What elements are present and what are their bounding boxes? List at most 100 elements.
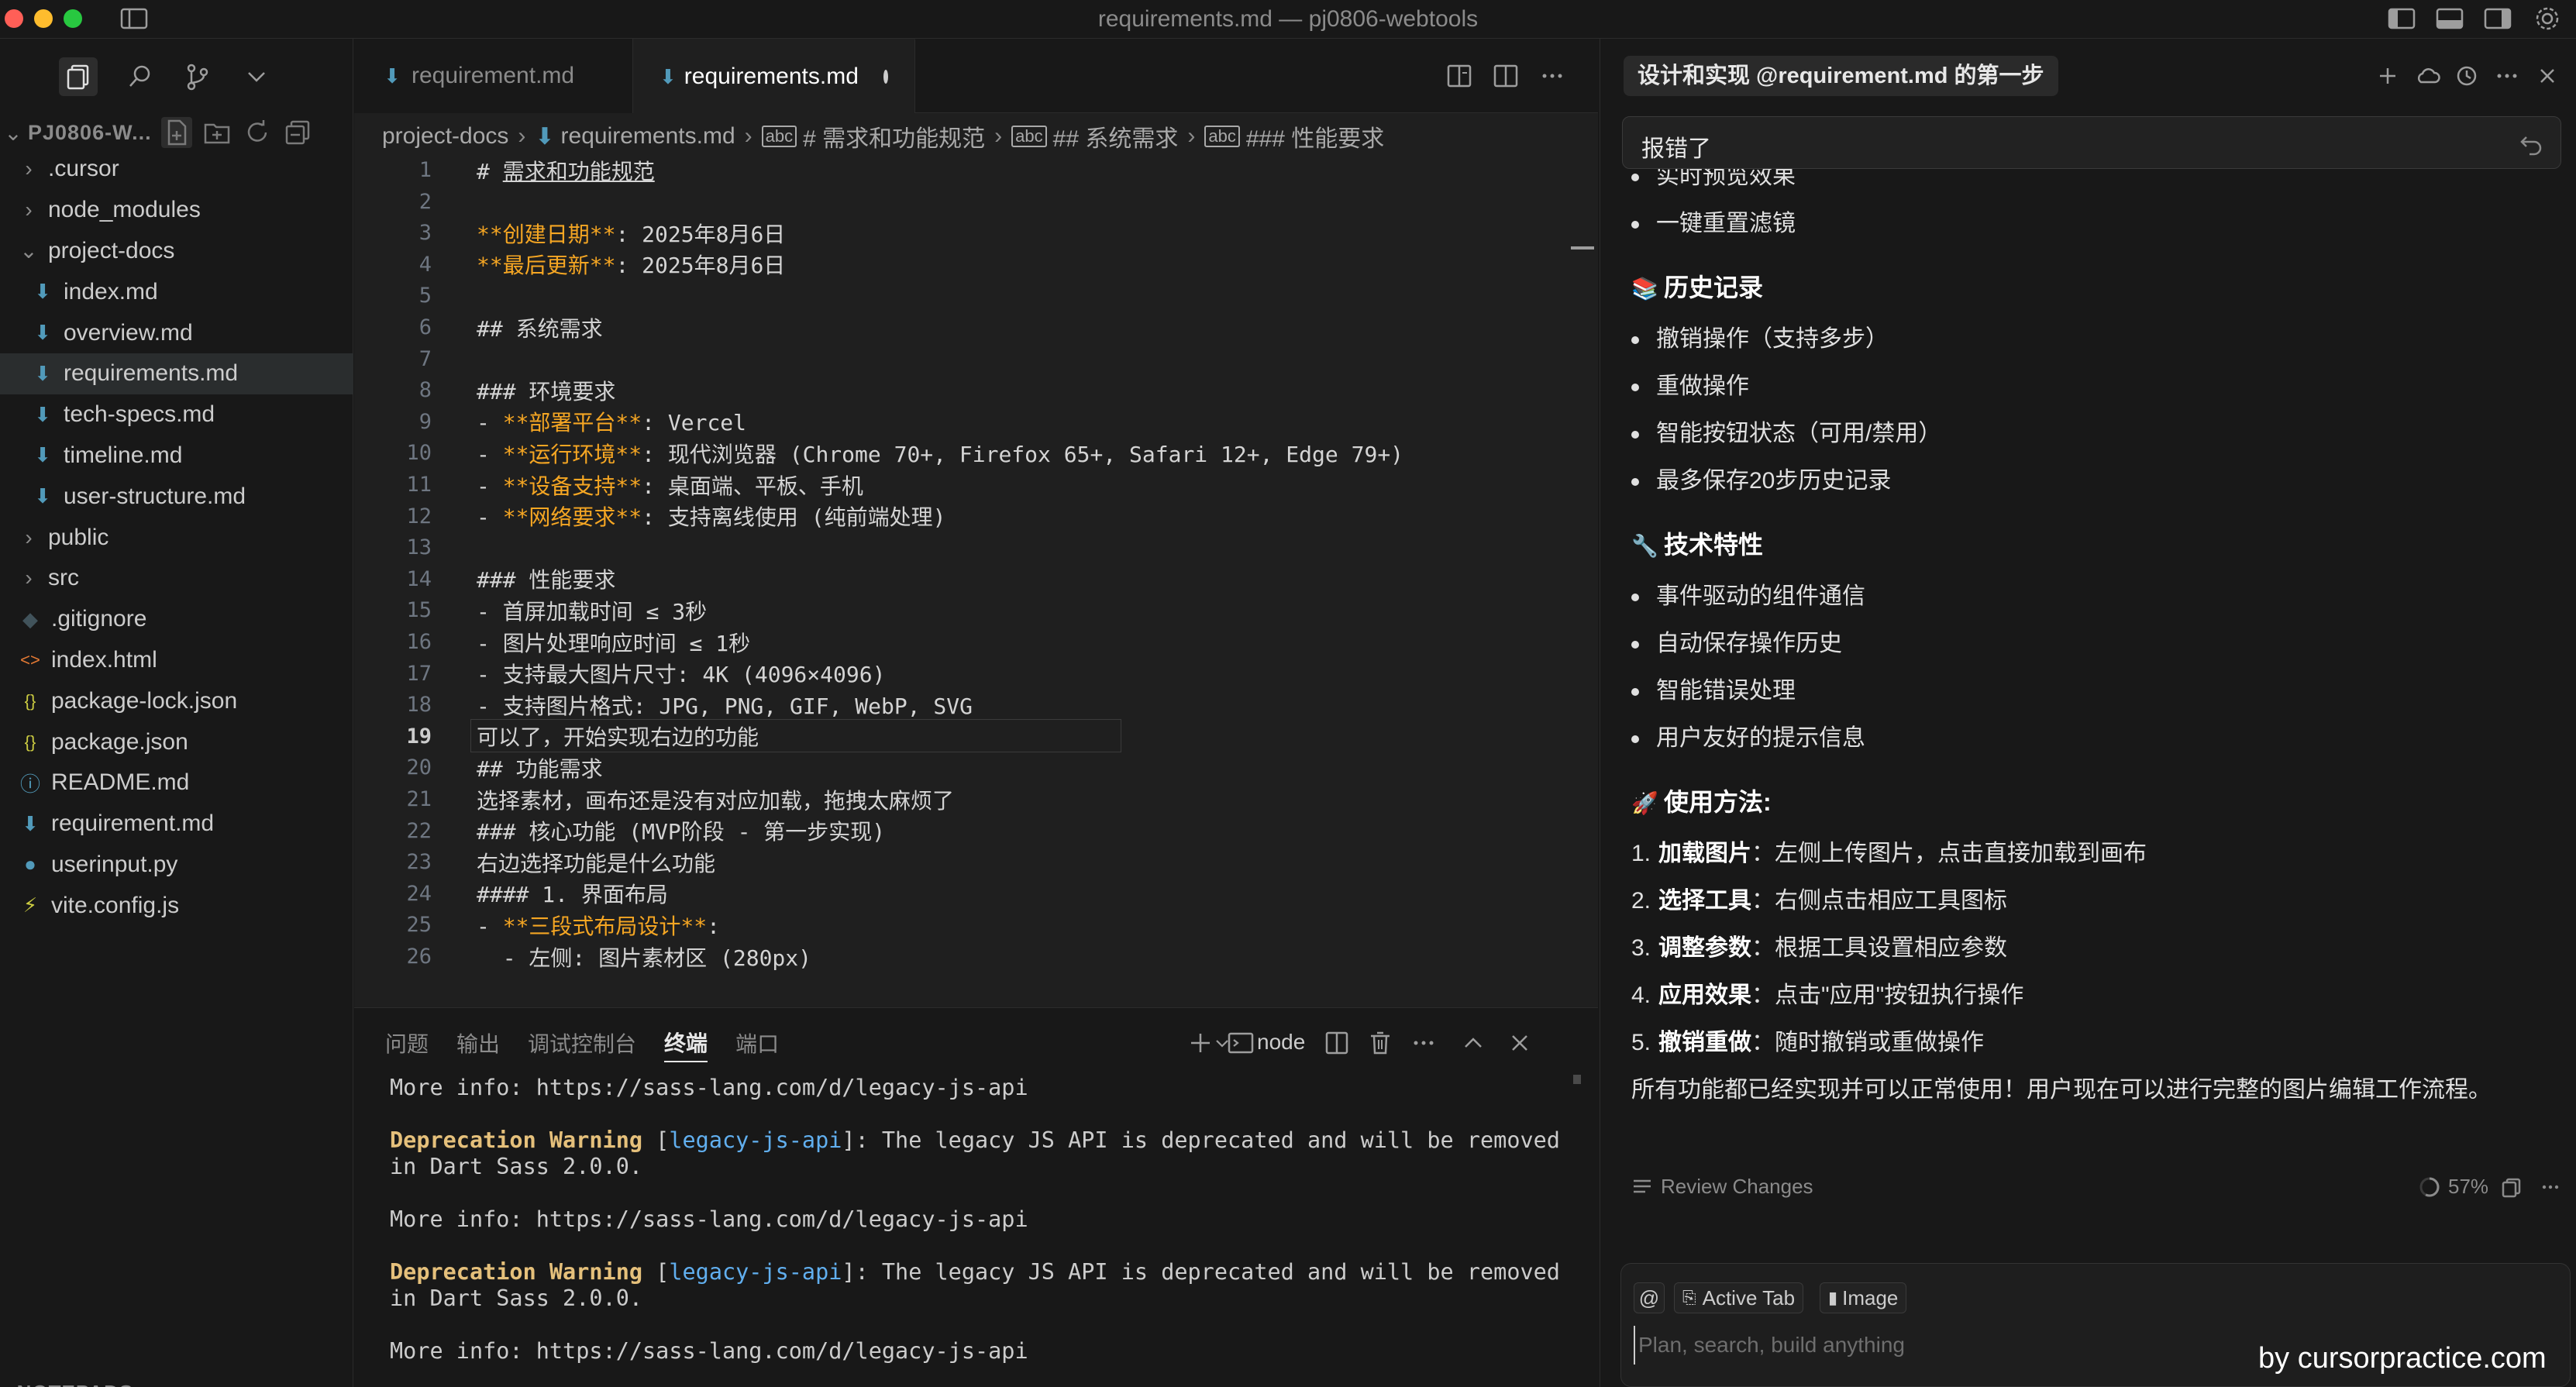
active-tab-label: Active Tab <box>1702 1285 1796 1310</box>
user-message-bubble[interactable]: 报错了 <box>1622 116 2561 169</box>
code-line: 24 #### 1. 界面布局 <box>354 877 667 910</box>
line-number: 11 <box>406 473 432 497</box>
tree-file[interactable]: {} package.json <box>0 721 353 762</box>
tree-file[interactable]: ⬇ overview.md <box>0 312 353 353</box>
tree-file[interactable]: ⬇ timeline.md <box>0 435 353 477</box>
maximize-panel-chevron-up-icon[interactable] <box>1458 1027 1489 1058</box>
terminal-line: in Dart Sass 2.0.0. <box>390 1154 1583 1180</box>
tree-file[interactable]: ⬇ requirement.md <box>0 804 353 845</box>
new-folder-icon[interactable] <box>201 117 232 148</box>
tree-file[interactable]: ⬇ tech-specs.md <box>0 394 353 435</box>
breadcrumb-symbol-1[interactable]: # 需求和功能规范 <box>803 119 985 153</box>
new-file-icon[interactable] <box>160 117 192 148</box>
toggle-primary-sidebar-icon[interactable] <box>2387 5 2416 33</box>
code-text: - 左侧: 图片素材区 (280px) <box>477 941 811 972</box>
tab-label: requirements.md <box>684 64 859 89</box>
code-text: - 图片处理响应时间 ≤ 1秒 <box>477 627 750 658</box>
code-text: ### 环境要求 <box>477 375 615 406</box>
new-chat-plus-icon[interactable] <box>2372 60 2403 91</box>
breadcrumb-symbol-3[interactable]: ### 性能要求 <box>1246 119 1384 153</box>
tree-file[interactable]: ⬇ index.md <box>0 271 353 312</box>
chat-title-tab[interactable]: 设计和实现 @requirement.md 的第一步 <box>1624 56 2058 96</box>
panel-tab[interactable]: 输出 <box>456 1024 500 1062</box>
terminal-link[interactable]: legacy-js-api <box>669 1259 842 1285</box>
terminal-output[interactable]: More info: https://sass-lang.com/d/legac… <box>390 1075 1583 1365</box>
tree-folder[interactable]: › .cursor <box>0 149 353 190</box>
tree-file[interactable]: ⬇ requirements.md <box>0 353 353 394</box>
toggle-panel-icon[interactable] <box>2435 5 2464 33</box>
settings-gear-icon[interactable] <box>2533 5 2562 33</box>
chevron-down-icon[interactable] <box>237 57 276 96</box>
code-editor[interactable]: 1 # 需求和功能规范 2 3 **创建日期**: 2025年8月6日 4 **最后更新**… <box>354 153 1598 1045</box>
chevron-down-icon[interactable] <box>1207 1027 1228 1058</box>
numbered-num: 5. <box>1631 1030 1651 1055</box>
line-number: 25 <box>406 913 432 938</box>
active-tab-chip[interactable]: ⎘ Active Tab <box>1674 1282 1804 1313</box>
image-chip[interactable]: ▮ Image <box>1820 1282 1907 1313</box>
panel-tab[interactable]: 调试控制台 <box>528 1024 636 1062</box>
line-number: 21 <box>406 787 432 811</box>
tree-file[interactable]: ◆ .gitignore <box>0 599 353 640</box>
bullet-text: 实时预览效果 <box>1656 169 1796 189</box>
source-control-icon[interactable] <box>178 57 217 96</box>
tree-file[interactable]: ⬇ user-structure.md <box>0 476 353 517</box>
tree-folder[interactable]: › public <box>0 517 353 558</box>
code-text: - **部署平台**: Vercel <box>477 406 746 437</box>
breadcrumb-folder[interactable]: project-docs <box>382 123 508 150</box>
trash-icon[interactable] <box>1365 1027 1396 1058</box>
refresh-icon[interactable] <box>242 117 273 148</box>
code-token: # <box>477 158 503 184</box>
tab-label: requirement.md <box>412 63 575 88</box>
terminal-scrollbar[interactable] <box>1573 1075 1581 1084</box>
more-actions-icon[interactable] <box>1408 1027 1439 1058</box>
tree-folder[interactable]: › node_modules <box>0 190 353 231</box>
terminal-line: More info: https://sass-lang.com/d/legac… <box>390 1338 1583 1365</box>
tree-file[interactable]: ● userinput.py <box>0 845 353 886</box>
panel-tab[interactable]: 问题 <box>385 1024 429 1062</box>
terminal-name[interactable]: node <box>1257 1030 1305 1055</box>
code-line: 4 **最后更新**: 2025年8月6日 <box>354 248 786 281</box>
tree-file[interactable]: ⓘ README.md <box>0 762 353 804</box>
terminal-line: More info: https://sass-lang.com/d/legac… <box>390 1206 1583 1233</box>
review-changes-button[interactable]: Review Changes <box>1661 1175 1813 1199</box>
code-token: 右边选择功能是什么功能 <box>477 850 716 876</box>
copy-icon[interactable] <box>2499 1175 2524 1199</box>
open-preview-icon[interactable] <box>1444 60 1475 91</box>
mention-button[interactable]: @ <box>1634 1282 1665 1313</box>
more-actions-icon[interactable] <box>2538 1175 2563 1199</box>
restore-checkpoint-icon[interactable] <box>2517 129 2545 157</box>
more-actions-icon[interactable] <box>2492 60 2523 91</box>
unsaved-dot-icon[interactable] <box>883 70 888 84</box>
collapse-all-icon[interactable] <box>282 117 313 148</box>
split-editor-icon[interactable] <box>1490 60 1521 91</box>
markdown-file-icon: ⬇ <box>535 123 555 150</box>
tree-folder[interactable]: › src <box>0 558 353 599</box>
split-terminal-icon[interactable] <box>1321 1027 1352 1058</box>
code-token: : Vercel <box>642 410 747 436</box>
tree-file[interactable]: <> index.html <box>0 640 353 681</box>
tree-file[interactable]: ⚡ vite.config.js <box>0 885 353 926</box>
terminal-link[interactable]: legacy-js-api <box>669 1127 842 1153</box>
terminal-line: in Dart Sass 2.0.0. <box>390 1285 1583 1312</box>
breadcrumb-file[interactable]: requirements.md <box>561 123 735 150</box>
notepads-section-header[interactable]: › NOTEPADS <box>0 1381 133 1387</box>
code-text: - **三段式布局设计**: <box>477 910 720 941</box>
explorer-files-icon[interactable] <box>59 57 98 96</box>
cloud-icon[interactable] <box>2412 60 2443 91</box>
markdown-file-icon: ⬇ <box>34 361 51 385</box>
panel-tab[interactable]: 终端 <box>664 1024 708 1062</box>
javascript-file-icon: ⚡ <box>22 893 38 917</box>
close-chat-icon[interactable] <box>2532 60 2563 91</box>
tab-requirements-md[interactable]: ⬇ requirements.md <box>633 39 915 113</box>
toggle-secondary-sidebar-icon[interactable] <box>2483 5 2512 33</box>
explorer-header[interactable]: ⌄ PJ0806-W... <box>0 113 353 152</box>
tab-requirement-md[interactable]: ⬇ requirement.md <box>354 39 633 113</box>
more-actions-icon[interactable] <box>1537 60 1568 91</box>
history-clock-icon[interactable] <box>2451 60 2482 91</box>
tree-file[interactable]: {} package-lock.json <box>0 680 353 721</box>
breadcrumb-symbol-2[interactable]: ## 系统需求 <box>1053 119 1179 153</box>
panel-tab[interactable]: 端口 <box>735 1024 779 1062</box>
search-icon[interactable] <box>121 57 160 96</box>
close-panel-icon[interactable] <box>1504 1027 1535 1058</box>
tree-folder[interactable]: ⌄ project-docs <box>0 231 353 272</box>
